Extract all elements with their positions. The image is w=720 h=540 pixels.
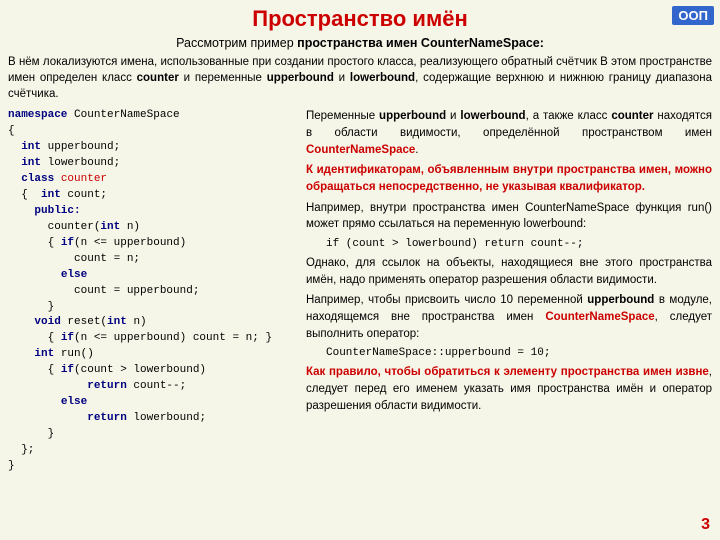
right-p4: Однако, для ссылок на объекты, находящие… (306, 255, 712, 288)
subtitle-bold: пространства имен CounterNameSpace: (297, 36, 544, 50)
right-p5: Например, чтобы присвоить число 10 перем… (306, 292, 712, 342)
page-title: Пространство имён (8, 6, 712, 32)
right-panel: Переменные upperbound и lowerbound, а та… (306, 108, 712, 468)
code-example-2: CounterNameSpace::upperbound = 10; (326, 346, 712, 362)
oop-badge: ООП (672, 6, 714, 25)
right-p1: Переменные upperbound и lowerbound, а та… (306, 108, 712, 158)
code-panel: namespace CounterNameSpace { int upperbo… (8, 108, 298, 468)
subtitle: Рассмотрим пример пространства имен Coun… (8, 36, 712, 50)
right-p3: Например, внутри пространства имен Count… (306, 200, 712, 233)
intro-text: В нём локализуются имена, использованные… (8, 54, 712, 102)
page-number: 3 (701, 516, 710, 534)
right-p6: Как правило, чтобы обратиться к элементу… (306, 364, 712, 414)
code-example-1: if (count > lowerbound) return count--; (326, 237, 712, 253)
page: ООП Пространство имён Рассмотрим пример … (0, 0, 720, 540)
right-p2: К идентификаторам, объявленным внутри пр… (306, 162, 712, 195)
subtitle-plain: Рассмотрим пример (176, 36, 297, 50)
main-content: namespace CounterNameSpace { int upperbo… (8, 108, 712, 468)
